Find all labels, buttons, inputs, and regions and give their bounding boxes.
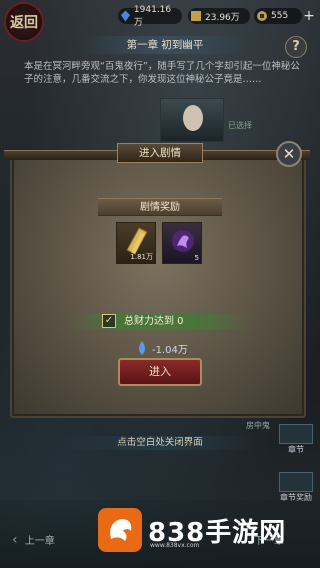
chevron-left-icon: ‹ [12,532,18,548]
wealth-book-icon [191,11,201,21]
character-status-label: 已选择 [228,121,252,130]
prev-chapter-label: 上一章 [24,536,55,547]
chapter-reward-icon [279,472,313,492]
blue-gem-icon [120,10,131,22]
character-portrait [160,98,224,142]
help-button[interactable]: ? [285,36,307,58]
dialog-title: 进入剧情 [117,143,203,163]
reward-header: 剧情奖励 [98,198,222,216]
check-icon: ✓ [102,314,116,328]
prev-chapter-button[interactable]: ‹ 上一章 [12,532,55,548]
watermark-url: www.838vx.com [150,542,200,549]
cost: -1.04万 [136,340,188,356]
top-bar: 返回 1941.16万 23.96万 555 + [0,0,320,42]
story-text: 本是在冥河畔旁观“百鬼夜行”，随手写了几个字却引起一位神秘公子的注意，几番交流之… [24,61,300,85]
back-label: 返回 [10,15,38,31]
dragon-logo-icon [98,508,142,552]
resource-gem: 1941.16万 [118,5,182,28]
enter-button[interactable]: 进入 [118,358,202,386]
resource-wealth-value: 23.96万 [205,12,240,23]
resource-gem-value: 1941.16万 [133,4,172,28]
close-button[interactable]: ✕ [276,141,302,167]
cost-value: -1.04万 [152,344,188,356]
reward-qty: 1.81万 [130,253,153,261]
tap-to-close-hint: 点击空白处关闭界面 [62,436,258,450]
chapter-icon [279,424,313,444]
chapter-title: 第一章 初到幽平 [80,36,250,54]
chapter-reward-button[interactable]: 章节奖励 [276,472,316,502]
reward-qty: 5 [194,254,199,262]
resource-wealth: 23.96万 [188,8,250,24]
resource-coin-value: 555 [271,11,289,21]
chapter-label: 章节 [288,445,304,454]
purple-spirit-icon [172,230,194,252]
coin-icon [257,11,267,21]
character-face [183,105,203,131]
blue-drop-icon [139,341,145,355]
add-resource-button[interactable]: + [302,8,316,24]
house-label: 房中鬼 [246,421,270,430]
resource-coin: 555 [254,8,302,24]
chapter-button[interactable]: 章节 [276,424,316,454]
condition-text: 总财力达到 0 [124,316,184,327]
reward-item[interactable]: 5 [162,222,202,264]
back-button[interactable]: 返回 [4,2,44,42]
reward-item[interactable]: 1.81万 [116,222,156,264]
